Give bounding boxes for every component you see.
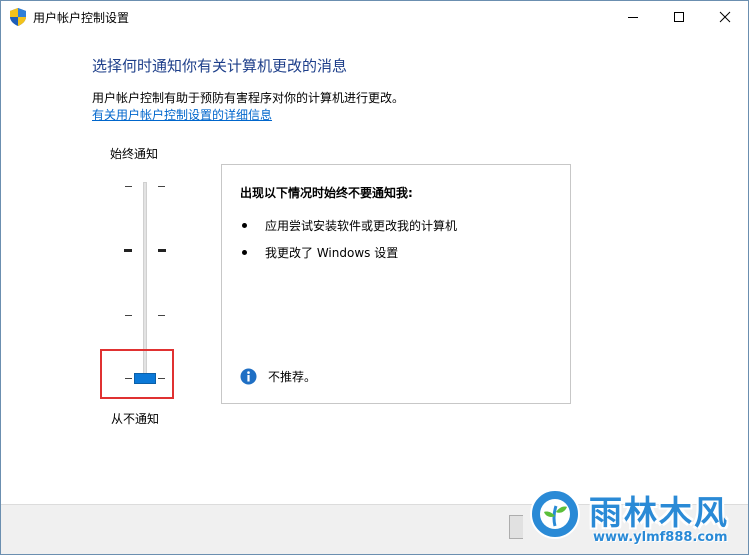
panel-heading: 出现以下情况时始终不要通知我: (240, 186, 413, 200)
maximize-button[interactable] (656, 1, 702, 33)
info-icon (240, 368, 257, 385)
watermark-url: www.ylmf888.com (593, 530, 728, 545)
level-description-panel: 出现以下情况时始终不要通知我: 应用尝试安装软件或更改我的计算机 我更改了 Wi… (221, 164, 571, 404)
uac-settings-window: 用户帐户控制设置 选择何时通知你有关计算机更改的消息 用户帐户控制有助于预防有害… (0, 0, 749, 555)
uac-help-link[interactable]: 有关用户帐户控制设置的详细信息 (92, 106, 272, 123)
minimize-icon (628, 17, 638, 18)
watermark-title: 雨林木风 (589, 493, 729, 532)
list-item: 我更改了 Windows 设置 (242, 244, 398, 261)
uac-shield-icon (10, 8, 26, 26)
slider-label-always-notify: 始终通知 (110, 147, 159, 161)
recommendation-note: 不推荐。 (240, 368, 316, 385)
page-heading: 选择何时通知你有关计算机更改的消息 (92, 57, 348, 75)
slider-label-never-notify: 从不通知 (111, 412, 160, 426)
minimize-button[interactable] (610, 1, 656, 33)
ylmf-logo-icon (530, 489, 580, 539)
watermark: 雨林木风 www.ylmf888.com (529, 486, 741, 548)
bullet-icon (242, 223, 247, 228)
close-button[interactable] (702, 1, 748, 33)
slider-tick (124, 249, 132, 252)
slider-tick (158, 315, 165, 316)
bullet-text: 我更改了 Windows 设置 (265, 246, 399, 260)
close-icon (719, 11, 731, 23)
bullet-text: 应用尝试安装软件或更改我的计算机 (265, 219, 458, 233)
title-bar: 用户帐户控制设置 (1, 1, 748, 33)
slider-tick (125, 315, 132, 316)
slider-tick (158, 186, 165, 187)
list-item: 应用尝试安装软件或更改我的计算机 (242, 217, 457, 234)
window-title: 用户帐户控制设置 (33, 11, 130, 25)
bullet-icon (242, 250, 247, 255)
ok-button[interactable] (509, 515, 523, 539)
page-description: 用户帐户控制有助于预防有害程序对你的计算机进行更改。 (92, 91, 405, 105)
maximize-icon (674, 12, 684, 22)
note-text: 不推荐。 (268, 370, 317, 384)
slider-tick (158, 249, 166, 252)
slider-thumb-highlight (100, 349, 174, 399)
slider-tick (125, 186, 132, 187)
